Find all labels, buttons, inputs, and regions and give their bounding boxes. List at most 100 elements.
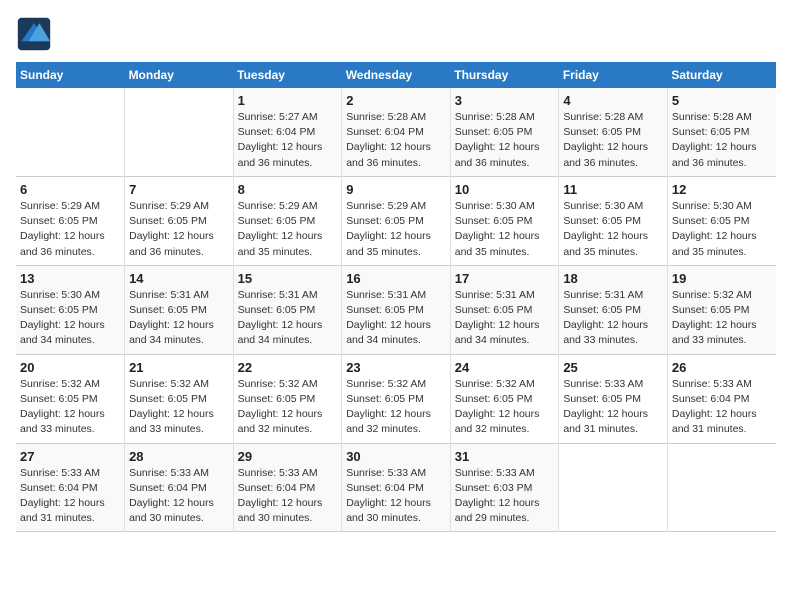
day-info: Sunrise: 5:32 AM Sunset: 6:05 PM Dayligh… <box>238 377 338 438</box>
day-number: 7 <box>129 182 229 197</box>
day-info: Sunrise: 5:28 AM Sunset: 6:05 PM Dayligh… <box>672 110 772 171</box>
day-info: Sunrise: 5:33 AM Sunset: 6:05 PM Dayligh… <box>563 377 663 438</box>
day-number: 31 <box>455 449 555 464</box>
day-number: 4 <box>563 93 663 108</box>
day-number: 3 <box>455 93 555 108</box>
day-info: Sunrise: 5:30 AM Sunset: 6:05 PM Dayligh… <box>455 199 555 260</box>
day-info: Sunrise: 5:30 AM Sunset: 6:05 PM Dayligh… <box>563 199 663 260</box>
day-number: 14 <box>129 271 229 286</box>
day-info: Sunrise: 5:33 AM Sunset: 6:04 PM Dayligh… <box>20 466 120 527</box>
day-number: 5 <box>672 93 772 108</box>
day-info: Sunrise: 5:32 AM Sunset: 6:05 PM Dayligh… <box>20 377 120 438</box>
day-number: 15 <box>238 271 338 286</box>
col-header-tuesday: Tuesday <box>233 62 342 88</box>
day-cell: 15 Sunrise: 5:31 AM Sunset: 6:05 PM Dayli… <box>233 265 342 354</box>
week-row-2: 6 Sunrise: 5:29 AM Sunset: 6:05 PM Daylig… <box>16 176 776 265</box>
day-number: 26 <box>672 360 772 375</box>
day-info: Sunrise: 5:33 AM Sunset: 6:04 PM Dayligh… <box>672 377 772 438</box>
day-number: 8 <box>238 182 338 197</box>
day-number: 18 <box>563 271 663 286</box>
day-number: 21 <box>129 360 229 375</box>
day-info: Sunrise: 5:33 AM Sunset: 6:04 PM Dayligh… <box>238 466 338 527</box>
day-cell <box>16 88 125 176</box>
day-info: Sunrise: 5:29 AM Sunset: 6:05 PM Dayligh… <box>129 199 229 260</box>
day-number: 27 <box>20 449 120 464</box>
day-cell: 5 Sunrise: 5:28 AM Sunset: 6:05 PM Daylig… <box>667 88 776 176</box>
day-number: 20 <box>20 360 120 375</box>
day-number: 9 <box>346 182 446 197</box>
day-info: Sunrise: 5:32 AM Sunset: 6:05 PM Dayligh… <box>346 377 446 438</box>
day-cell: 10 Sunrise: 5:30 AM Sunset: 6:05 PM Dayli… <box>450 176 559 265</box>
page-header <box>16 16 776 52</box>
week-row-3: 13Sunrise: 5:30 AM Sunset: 6:05 PM Dayli… <box>16 265 776 354</box>
col-header-thursday: Thursday <box>450 62 559 88</box>
day-number: 16 <box>346 271 446 286</box>
day-info: Sunrise: 5:30 AM Sunset: 6:05 PM Dayligh… <box>20 288 120 349</box>
day-cell: 27 Sunrise: 5:33 AM Sunset: 6:04 PM Dayli… <box>16 443 125 532</box>
col-header-saturday: Saturday <box>667 62 776 88</box>
day-number: 19 <box>672 271 772 286</box>
day-info: Sunrise: 5:29 AM Sunset: 6:05 PM Dayligh… <box>238 199 338 260</box>
day-info: Sunrise: 5:31 AM Sunset: 6:05 PM Dayligh… <box>129 288 229 349</box>
day-cell: 22 Sunrise: 5:32 AM Sunset: 6:05 PM Dayli… <box>233 354 342 443</box>
col-header-friday: Friday <box>559 62 668 88</box>
day-cell: 31 Sunrise: 5:33 AM Sunset: 6:03 PM Dayli… <box>450 443 559 532</box>
day-number: 22 <box>238 360 338 375</box>
day-cell: 23 Sunrise: 5:32 AM Sunset: 6:05 PM Dayli… <box>342 354 451 443</box>
day-info: Sunrise: 5:28 AM Sunset: 6:05 PM Dayligh… <box>563 110 663 171</box>
day-info: Sunrise: 5:31 AM Sunset: 6:05 PM Dayligh… <box>346 288 446 349</box>
day-info: Sunrise: 5:27 AM Sunset: 6:04 PM Dayligh… <box>238 110 338 171</box>
week-row-1: 1 Sunrise: 5:27 AM Sunset: 6:04 PM Daylig… <box>16 88 776 176</box>
week-row-4: 20 Sunrise: 5:32 AM Sunset: 6:05 PM Dayli… <box>16 354 776 443</box>
day-cell: 7 Sunrise: 5:29 AM Sunset: 6:05 PM Daylig… <box>125 176 234 265</box>
day-info: Sunrise: 5:32 AM Sunset: 6:05 PM Dayligh… <box>672 288 772 349</box>
day-cell <box>125 88 234 176</box>
day-cell: 16 Sunrise: 5:31 AM Sunset: 6:05 PM Dayli… <box>342 265 451 354</box>
day-number: 24 <box>455 360 555 375</box>
day-info: Sunrise: 5:32 AM Sunset: 6:05 PM Dayligh… <box>129 377 229 438</box>
day-number: 23 <box>346 360 446 375</box>
day-cell: 30 Sunrise: 5:33 AM Sunset: 6:04 PM Dayli… <box>342 443 451 532</box>
day-cell: 28 Sunrise: 5:33 AM Sunset: 6:04 PM Dayli… <box>125 443 234 532</box>
day-info: Sunrise: 5:30 AM Sunset: 6:05 PM Dayligh… <box>672 199 772 260</box>
day-number: 12 <box>672 182 772 197</box>
day-cell: 6Sunrise: 5:29 AM Sunset: 6:05 PM Daylig… <box>16 176 125 265</box>
day-number: 6 <box>20 182 120 197</box>
calendar-table: SundayMondayTuesdayWednesdayThursdayFrid… <box>16 62 776 532</box>
day-info: Sunrise: 5:33 AM Sunset: 6:04 PM Dayligh… <box>129 466 229 527</box>
day-info: Sunrise: 5:33 AM Sunset: 6:04 PM Dayligh… <box>346 466 446 527</box>
day-info: Sunrise: 5:32 AM Sunset: 6:05 PM Dayligh… <box>455 377 555 438</box>
week-row-5: 27 Sunrise: 5:33 AM Sunset: 6:04 PM Dayli… <box>16 443 776 532</box>
day-cell: 17Sunrise: 5:31 AM Sunset: 6:05 PM Dayli… <box>450 265 559 354</box>
day-cell: 9 Sunrise: 5:29 AM Sunset: 6:05 PM Daylig… <box>342 176 451 265</box>
day-info: Sunrise: 5:31 AM Sunset: 6:05 PM Dayligh… <box>238 288 338 349</box>
day-cell: 21 Sunrise: 5:32 AM Sunset: 6:05 PM Dayli… <box>125 354 234 443</box>
day-number: 25 <box>563 360 663 375</box>
day-info: Sunrise: 5:33 AM Sunset: 6:03 PM Dayligh… <box>455 466 555 527</box>
day-number: 1 <box>238 93 338 108</box>
day-info: Sunrise: 5:31 AM Sunset: 6:05 PM Dayligh… <box>455 288 555 349</box>
logo <box>16 16 56 52</box>
day-cell: 26 Sunrise: 5:33 AM Sunset: 6:04 PM Dayli… <box>667 354 776 443</box>
day-number: 30 <box>346 449 446 464</box>
day-cell: 3Sunrise: 5:28 AM Sunset: 6:05 PM Daylig… <box>450 88 559 176</box>
day-cell <box>559 443 668 532</box>
day-number: 10 <box>455 182 555 197</box>
calendar-header-row: SundayMondayTuesdayWednesdayThursdayFrid… <box>16 62 776 88</box>
day-cell: 8 Sunrise: 5:29 AM Sunset: 6:05 PM Daylig… <box>233 176 342 265</box>
day-cell: 13Sunrise: 5:30 AM Sunset: 6:05 PM Dayli… <box>16 265 125 354</box>
day-number: 11 <box>563 182 663 197</box>
day-cell: 25 Sunrise: 5:33 AM Sunset: 6:05 PM Dayli… <box>559 354 668 443</box>
day-cell: 11 Sunrise: 5:30 AM Sunset: 6:05 PM Dayli… <box>559 176 668 265</box>
day-info: Sunrise: 5:29 AM Sunset: 6:05 PM Dayligh… <box>346 199 446 260</box>
day-cell: 14 Sunrise: 5:31 AM Sunset: 6:05 PM Dayli… <box>125 265 234 354</box>
day-cell: 2Sunrise: 5:28 AM Sunset: 6:04 PM Daylig… <box>342 88 451 176</box>
day-number: 28 <box>129 449 229 464</box>
day-cell: 19 Sunrise: 5:32 AM Sunset: 6:05 PM Dayli… <box>667 265 776 354</box>
day-number: 29 <box>238 449 338 464</box>
day-cell: 4 Sunrise: 5:28 AM Sunset: 6:05 PM Daylig… <box>559 88 668 176</box>
day-cell: 1 Sunrise: 5:27 AM Sunset: 6:04 PM Daylig… <box>233 88 342 176</box>
col-header-monday: Monday <box>125 62 234 88</box>
day-number: 2 <box>346 93 446 108</box>
col-header-sunday: Sunday <box>16 62 125 88</box>
